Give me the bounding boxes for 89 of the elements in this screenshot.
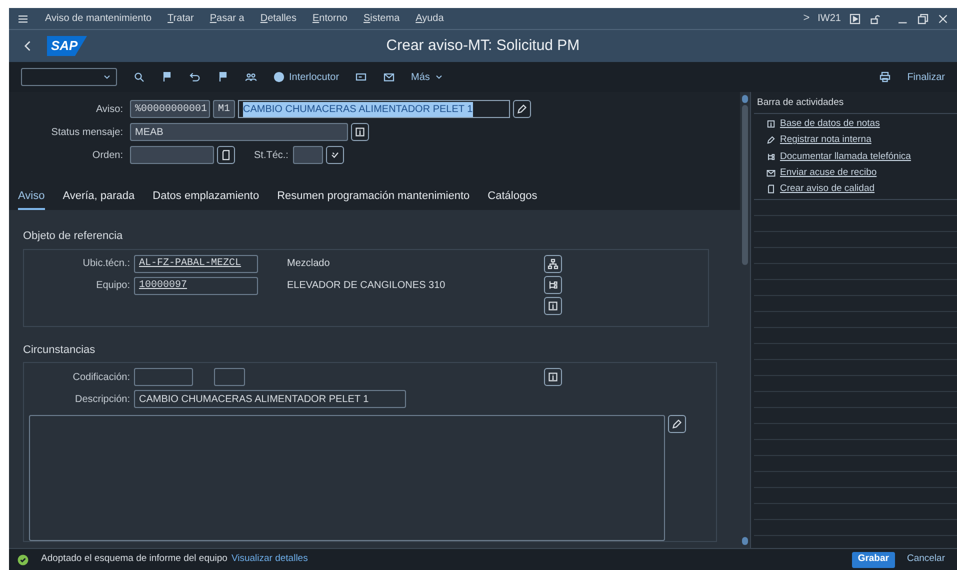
command-field[interactable] bbox=[21, 68, 117, 86]
field-label: Descripción: bbox=[74, 392, 131, 406]
menu-item[interactable]: Tratar bbox=[168, 11, 194, 26]
list-icon bbox=[766, 152, 776, 162]
field-label: Codificación: bbox=[72, 370, 131, 384]
document-icon bbox=[220, 149, 232, 161]
info-icon bbox=[547, 300, 559, 312]
tab[interactable]: Datos emplazamiento bbox=[152, 188, 260, 210]
document-button[interactable] bbox=[217, 146, 235, 164]
activity-link[interactable]: Base de datos de notas bbox=[766, 117, 880, 132]
tab[interactable]: Catálogos bbox=[488, 188, 538, 210]
menu-icon[interactable] bbox=[17, 12, 29, 24]
edit-icon bbox=[671, 418, 683, 430]
field-label: Aviso: bbox=[94, 102, 124, 116]
screen-icon[interactable] bbox=[355, 71, 368, 83]
scrollbar[interactable] bbox=[740, 92, 750, 548]
more-button[interactable]: Más bbox=[411, 70, 444, 84]
notice-text-field[interactable]: CAMBIO CHUMACERAS ALIMENTADOR PELET 1 bbox=[238, 100, 510, 118]
partner-button[interactable]: Interlocutor bbox=[273, 70, 340, 84]
pen-icon bbox=[766, 135, 776, 146]
hierarchy-icon bbox=[547, 278, 559, 290]
field-value: ELEVADOR DE CANGILONES 310 bbox=[287, 279, 446, 293]
field-label: Orden: bbox=[91, 148, 124, 162]
activity-link[interactable]: Crear aviso de calidad bbox=[766, 182, 875, 196]
mail-icon[interactable] bbox=[383, 71, 396, 83]
restore-icon[interactable] bbox=[917, 12, 929, 24]
activity-link[interactable]: Documentar llamada telefónica bbox=[766, 150, 911, 164]
structure-icon bbox=[547, 258, 559, 270]
print-icon[interactable] bbox=[879, 71, 892, 83]
flag-icon[interactable] bbox=[217, 71, 229, 83]
order-field[interactable] bbox=[130, 146, 214, 164]
status-message: Adoptado el esquema de informe del equipo bbox=[41, 552, 228, 566]
tab[interactable]: Avería, parada bbox=[62, 188, 135, 210]
menu-item[interactable]: Aviso de mantenimiento bbox=[45, 11, 152, 26]
people-icon[interactable] bbox=[245, 71, 257, 83]
cancel-button[interactable]: Cancelar bbox=[902, 552, 949, 567]
success-icon bbox=[17, 554, 29, 566]
save-button[interactable]: Grabar bbox=[852, 552, 895, 568]
exit-button[interactable]: Finalizar bbox=[907, 70, 945, 84]
search-icon[interactable] bbox=[133, 71, 145, 83]
menu-item[interactable]: Ayuda bbox=[416, 11, 444, 26]
activity-link[interactable]: Registrar nota interna bbox=[766, 133, 872, 148]
input-field[interactable]: CAMBIO CHUMACERAS ALIMENTADOR PELET 1 bbox=[134, 390, 406, 408]
info-button[interactable] bbox=[351, 123, 369, 141]
notice-number-field[interactable]: %00000000001 bbox=[130, 100, 210, 118]
field-label: Ubic.técn.: bbox=[82, 257, 131, 271]
tab[interactable]: Resumen programación mantenimiento bbox=[277, 188, 470, 210]
activity-link[interactable]: Enviar acuse de recibo bbox=[766, 166, 877, 180]
field-label: Status mensaje: bbox=[50, 126, 124, 140]
play-icon[interactable] bbox=[849, 12, 861, 24]
document-icon bbox=[766, 184, 776, 194]
menu-item[interactable]: Detalles bbox=[260, 11, 296, 26]
edit-button[interactable] bbox=[513, 100, 531, 118]
input-field[interactable]: 10000097 bbox=[134, 276, 258, 294]
section-title: Circunstancias bbox=[23, 342, 96, 358]
panel-title: Barra de actividades bbox=[754, 92, 957, 114]
info-icon bbox=[354, 126, 366, 138]
tech-status-field[interactable] bbox=[293, 146, 324, 164]
status-field[interactable]: MEAB bbox=[130, 123, 348, 141]
window-title: Crear aviso-MT: Solicitud PM bbox=[386, 36, 580, 54]
info-icon bbox=[766, 119, 776, 130]
field-value: Mezclado bbox=[287, 257, 330, 271]
expand-toggle[interactable]: > bbox=[803, 10, 810, 27]
edit-icon bbox=[516, 103, 528, 115]
close-icon[interactable] bbox=[937, 12, 949, 24]
input-field[interactable] bbox=[214, 368, 245, 386]
edit-button[interactable] bbox=[668, 415, 686, 433]
info-button[interactable] bbox=[544, 296, 562, 314]
envelope-icon bbox=[766, 168, 776, 178]
transaction-code: IW21 bbox=[818, 12, 841, 26]
notice-type-field[interactable]: M1 bbox=[213, 100, 235, 118]
field-label: St.Téc.: bbox=[254, 148, 288, 162]
menu-item[interactable]: Sistema bbox=[364, 11, 400, 26]
menu-item[interactable]: Pasar a bbox=[210, 11, 244, 26]
undo-icon[interactable] bbox=[189, 71, 201, 83]
input-field[interactable]: AL-FZ-PABAL-MEZCL bbox=[134, 254, 258, 272]
info-icon bbox=[547, 371, 559, 383]
field-label: Equipo: bbox=[95, 279, 131, 293]
check-button[interactable] bbox=[326, 146, 344, 164]
structure-button[interactable] bbox=[544, 254, 562, 272]
menu-item[interactable]: Entorno bbox=[312, 11, 348, 26]
lock-icon[interactable] bbox=[869, 12, 881, 24]
info-button[interactable] bbox=[544, 368, 562, 386]
details-link[interactable]: Visualizar detalles bbox=[231, 552, 308, 567]
sap-logo: SAP bbox=[47, 36, 87, 56]
hierarchy-button[interactable] bbox=[544, 276, 562, 294]
flag-icon[interactable] bbox=[161, 71, 173, 83]
input-field[interactable] bbox=[134, 368, 193, 386]
section-title: Objeto de referencia bbox=[23, 229, 124, 244]
